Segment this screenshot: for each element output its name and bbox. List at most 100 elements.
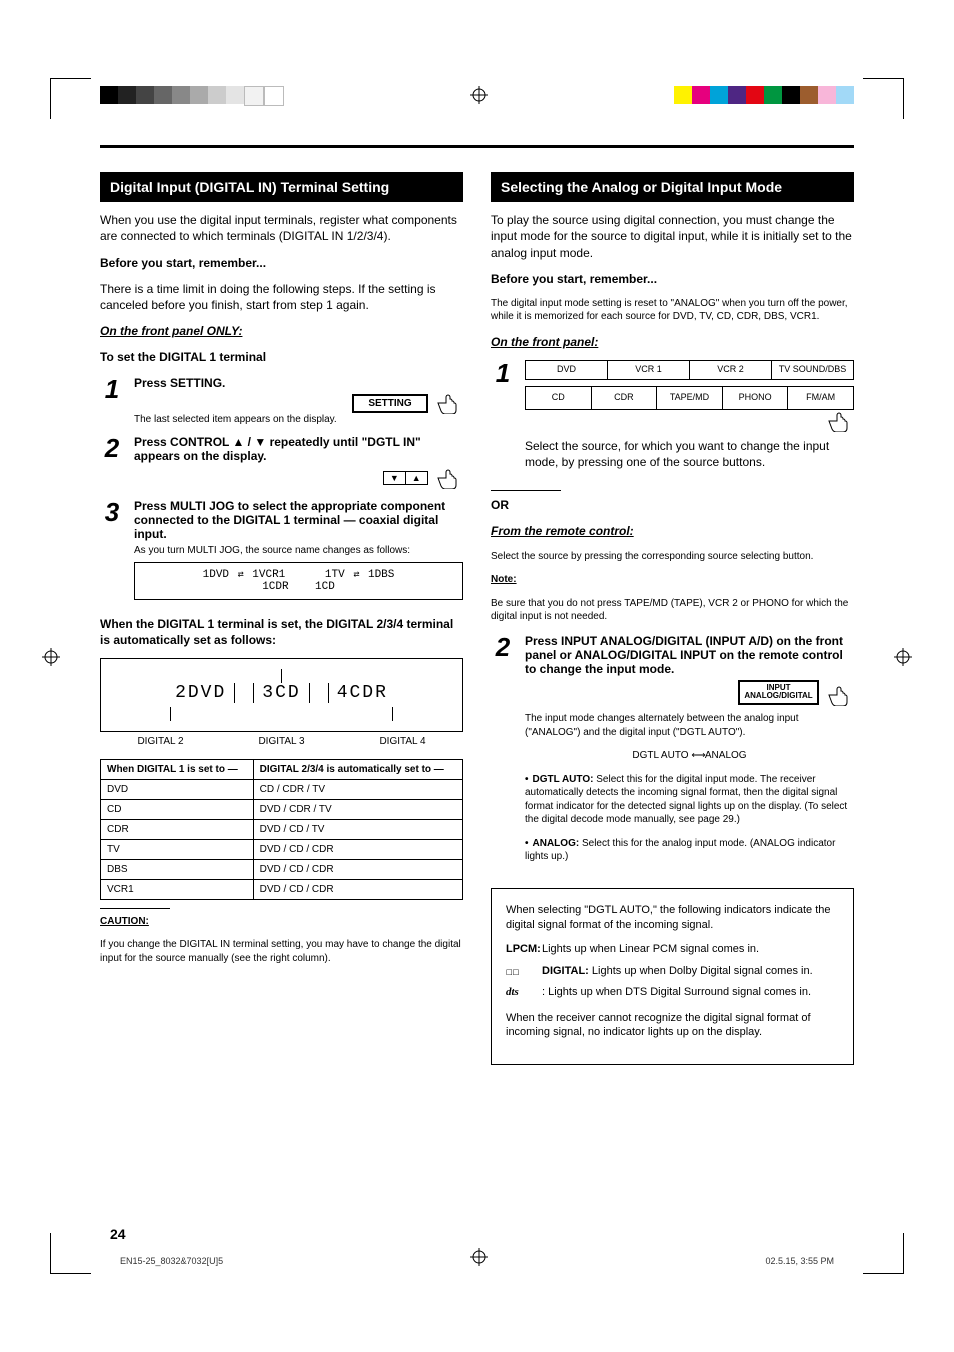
table-header: DIGITAL 2/3/4 is automatically set to — <box>253 759 462 779</box>
right-column: Selecting the Analog or Digital Input Mo… <box>491 172 854 1065</box>
section-heading-left: Digital Input (DIGITAL IN) Terminal Sett… <box>100 172 463 202</box>
table-row: DVDCD / CDR / TV <box>101 779 463 799</box>
crop-mark <box>863 1233 904 1274</box>
grayscale-calibration-bar <box>100 86 284 106</box>
source-button-tape[interactable]: TAPE/MD <box>657 387 723 409</box>
source-button-phono[interactable]: PHONO <box>723 387 789 409</box>
lcd-label-2: DIGITAL 2 <box>137 736 183 747</box>
step-2-right: 2 Press INPUT ANALOG/DIGITAL (INPUT A/D)… <box>491 634 854 874</box>
mode-dgtl-auto: DGTL AUTO <box>632 750 688 761</box>
source-button-tv-dbs[interactable]: TV SOUND/DBS <box>772 361 853 379</box>
table-row: DBSDVD / CD / CDR <box>101 859 463 879</box>
page-timestamp: 02.5.15, 3:55 PM <box>765 1256 834 1266</box>
dolby-digital-label: DIGITAL: <box>542 965 589 977</box>
double-arrow-icon: ⟷ <box>691 749 702 763</box>
dolby-desc: Lights up when Dolby Digital signal come… <box>592 965 813 977</box>
source-button-cdr[interactable]: CDR <box>592 387 658 409</box>
step-number: 1 <box>491 360 515 386</box>
front-panel-label: On the front panel: <box>491 335 598 349</box>
step-sub: The last selected item appears on the di… <box>134 414 463 425</box>
step-sub: The input mode changes alternately betwe… <box>525 712 854 739</box>
remote-label: From the remote control: <box>491 524 634 538</box>
up-arrow-icon: ▲ <box>406 472 427 484</box>
dgtl-auto-label: DGTL AUTO: <box>533 774 594 785</box>
setting-button[interactable]: SETTING <box>352 394 427 413</box>
step-2: 2 Press CONTROL ▲ / ▼ repeatedly until "… <box>100 435 463 489</box>
lcd-options: 1DVD ⇄ 1VCR1 1TV ⇄ 1DBS 1CDR 1CD <box>134 562 463 600</box>
caution-text: If you change the DIGITAL IN terminal se… <box>100 938 463 965</box>
table-row: TVDVD / CD / CDR <box>101 839 463 859</box>
content-area: Digital Input (DIGITAL IN) Terminal Sett… <box>100 145 854 1232</box>
indicator-info-box: When selecting "DGTL AUTO," the followin… <box>491 888 854 1066</box>
table-row: CDDVD / CDR / TV <box>101 799 463 819</box>
hand-pointer-icon <box>826 684 854 706</box>
table-row: VCR1DVD / CD / CDR <box>101 879 463 899</box>
step-text: Press INPUT ANALOG/DIGITAL (INPUT A/D) o… <box>525 634 843 676</box>
lcd-display: 2DVD 3CD 4CDR <box>100 658 463 732</box>
section-heading-right: Selecting the Analog or Digital Input Mo… <box>491 172 854 202</box>
paragraph: To play the source using digital connect… <box>491 212 854 261</box>
step-text: Press SETTING. <box>134 376 225 390</box>
hand-pointer-icon <box>826 410 854 432</box>
registration-mark-icon <box>42 648 60 666</box>
lcd-seg-4: 4CDR <box>328 683 396 703</box>
left-column: Digital Input (DIGITAL IN) Terminal Sett… <box>100 172 463 1065</box>
source-button-vcr2[interactable]: VCR 2 <box>690 361 772 379</box>
registration-mark-icon <box>470 1248 488 1266</box>
source-button-dvd[interactable]: DVD <box>526 361 608 379</box>
color-calibration-bar <box>674 86 854 104</box>
lpcm-label: LPCM: <box>506 942 536 957</box>
lcd-seg-2: 2DVD <box>167 683 235 703</box>
lcd-label-3: DIGITAL 3 <box>258 736 304 747</box>
crop-mark <box>50 1233 91 1274</box>
mode-analog: ANALOG <box>705 750 747 761</box>
lcd-label-4: DIGITAL 4 <box>379 736 425 747</box>
analog-label: ANALOG: <box>533 838 580 849</box>
control-up-down-button[interactable]: ▼ ▲ <box>383 471 428 485</box>
box-heading: When selecting "DGTL AUTO," the followin… <box>506 903 839 933</box>
two-column-layout: Digital Input (DIGITAL IN) Terminal Sett… <box>100 172 854 1065</box>
to-set-label: To set the DIGITAL 1 terminal <box>100 350 266 364</box>
lpcm-desc: Lights up when Linear PCM signal comes i… <box>542 942 759 957</box>
box-note: When the receiver cannot recognize the d… <box>506 1011 839 1041</box>
page-number: 24 <box>110 1226 126 1242</box>
dolby-icon: ☐☐ <box>506 964 536 979</box>
short-rule <box>100 908 170 909</box>
step-text: Press CONTROL ▲ / ▼ repeatedly until "DG… <box>134 435 421 463</box>
down-arrow-icon: ▼ <box>384 472 406 484</box>
input-analog-digital-button[interactable]: INPUT ANALOG/DIGITAL <box>738 680 818 706</box>
source-button-row-2: CD CDR TAPE/MD PHONO FM/AM <box>525 386 854 410</box>
table-header: When DIGITAL 1 is set to — <box>101 759 254 779</box>
step-text: Select the source, for which you want to… <box>525 438 854 470</box>
paragraph: When you use the digital input terminals… <box>100 212 463 244</box>
source-button-vcr1[interactable]: VCR 1 <box>608 361 690 379</box>
dts-desc: : Lights up when DTS Digital Surround si… <box>542 985 811 1000</box>
hand-pointer-icon <box>435 467 463 489</box>
step-number: 2 <box>100 435 124 461</box>
table-row: CDRDVD / CD / TV <box>101 819 463 839</box>
or-label: OR <box>491 498 509 512</box>
source-filename: EN15-25_8032&7032[U]5 <box>120 1256 223 1266</box>
caution-label: CAUTION: <box>100 916 149 927</box>
lcd-seg-3: 3CD <box>253 683 309 703</box>
before-sub: The digital input mode setting is reset … <box>491 297 854 324</box>
step-sub: As you turn MULTI JOG, the source name c… <box>134 545 463 556</box>
paragraph: There is a time limit in doing the follo… <box>100 281 463 313</box>
before-label: Before you start, remember... <box>491 272 657 286</box>
step-number: 1 <box>100 376 124 402</box>
step-number: 3 <box>100 499 124 525</box>
source-button-fmam[interactable]: FM/AM <box>788 387 853 409</box>
before-label: Before you start, remember... <box>100 256 266 270</box>
page: Digital Input (DIGITAL IN) Terminal Sett… <box>0 0 954 1352</box>
step-number: 2 <box>491 634 515 660</box>
step-text: Press MULTI JOG to select the appropriat… <box>134 499 445 541</box>
rule <box>100 145 854 148</box>
step-3: 3 Press MULTI JOG to select the appropri… <box>100 499 463 606</box>
step-1: 1 Press SETTING. SETTING The last select… <box>100 376 463 425</box>
source-button-cd[interactable]: CD <box>526 387 592 409</box>
auto-set-heading: When the DIGITAL 1 terminal is set, the … <box>100 617 453 647</box>
registration-mark-icon <box>470 86 488 104</box>
digital-mapping-table: When DIGITAL 1 is set to — DIGITAL 2/3/4… <box>100 759 463 900</box>
note-text: Be sure that you do not press TAPE/MD (T… <box>491 597 854 624</box>
source-button-row-1: DVD VCR 1 VCR 2 TV SOUND/DBS <box>525 360 854 380</box>
